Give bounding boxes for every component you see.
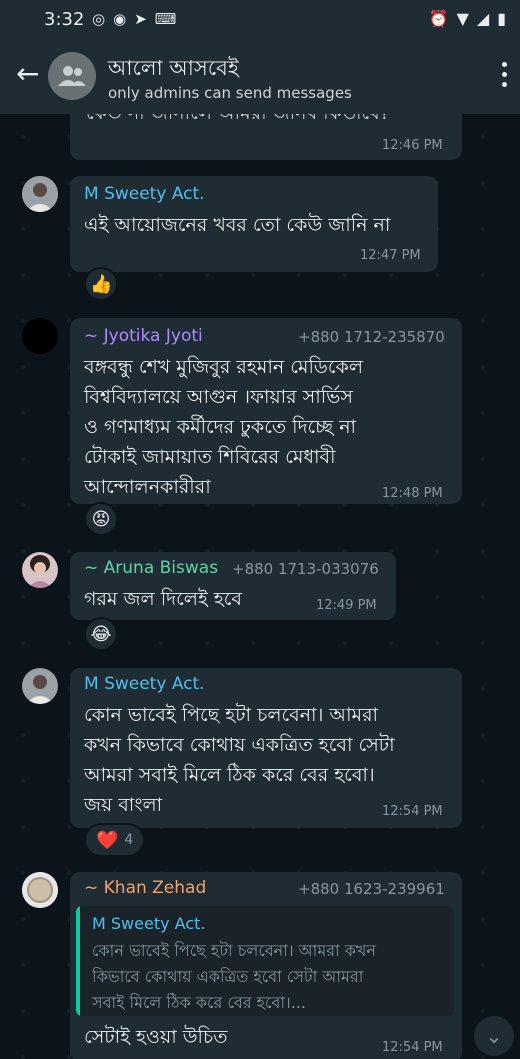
avatar[interactable] — [22, 176, 58, 212]
avatar[interactable] — [22, 668, 58, 704]
signal-icon: ◢ — [476, 9, 490, 28]
message-time: 12:48 PM — [382, 486, 443, 501]
reaction-badge[interactable]: 😡 — [84, 502, 118, 536]
red-heart-icon: ❤️ — [96, 829, 119, 851]
message-line: ও গণমাধ্যম কর্মীদের ঢুকতে দিচ্ছে না — [84, 416, 357, 438]
sender-name[interactable]: ~ Jyotika Jyoti — [84, 326, 203, 346]
message-bubble[interactable]: ~ Aruna Biswas +880 1713-033076 গরম জল দ… — [70, 552, 396, 620]
reaction-badge[interactable]: 👍 — [84, 267, 119, 301]
alarm-icon: ⏰ — [428, 9, 449, 28]
battery-icon: ▮ — [497, 9, 506, 28]
chat-area[interactable]: কেউ না জানালে আমরা জানব কিভাবে? 12:46 PM… — [0, 114, 520, 1059]
avatar[interactable] — [22, 872, 58, 908]
message-bubble[interactable]: ~ Khan Zehad +880 1623-239961 M Sweety A… — [70, 872, 462, 1059]
message-line: আন্দোলনকারীরা — [84, 476, 211, 498]
status-time: 3:32 — [44, 9, 85, 30]
whatsapp-icon: ◎ — [92, 10, 106, 28]
double-chevron-down-icon: ⌄ — [485, 1024, 503, 1048]
message-time: 12:46 PM — [382, 138, 443, 153]
message-line: কখন কিভাবে কোথায় একত্রিত হবো সেটা — [84, 734, 395, 756]
scroll-down-button[interactable]: ⌄ — [474, 1016, 514, 1056]
person-icon — [22, 668, 58, 704]
quoted-line: কোন ভাবেই পিছে হটা চলবেনা। আমরা কখন — [92, 941, 376, 960]
sender-phone: +880 1623-239961 — [298, 880, 445, 898]
thumbs-up-icon: 👍 — [90, 273, 113, 295]
group-icon — [58, 66, 86, 86]
sender-name[interactable]: M Sweety Act. — [84, 674, 205, 694]
back-arrow-icon[interactable]: ← — [16, 60, 39, 88]
message-text: সেটাই হওয়া উচিত — [84, 1026, 228, 1048]
message-time: 12:49 PM — [316, 598, 377, 613]
person-icon — [22, 176, 58, 212]
more-options-icon[interactable] — [502, 62, 508, 92]
status-bar: 3:32 ◎ ◉ ➤ ⌨ ⏰ ▼ ◢ ▮ — [0, 0, 520, 40]
chat-header: ← আলো আসবেই only admins can send message… — [0, 40, 520, 114]
sender-name[interactable]: ~ Khan Zehad — [84, 878, 206, 898]
keyboard-icon: ⌨ — [154, 10, 177, 28]
reaction-count: 4 — [124, 832, 134, 848]
message-bubble[interactable]: কেউ না জানালে আমরা জানব কিভাবে? 12:46 PM — [70, 114, 462, 160]
message-line: কোন ভাবেই পিছে হটা চলবেনা। আমরা — [84, 704, 379, 726]
message-time: 12:47 PM — [360, 248, 421, 263]
quoted-sender: M Sweety Act. — [92, 914, 206, 933]
reaction-badge[interactable]: 😂 — [84, 617, 118, 651]
avatar[interactable] — [22, 318, 58, 354]
quoted-line: কিভাবে কোথায় একত্রিত হবো সেটা আমরা — [92, 967, 364, 986]
wifi-icon: ▼ — [456, 9, 469, 28]
message-time: 12:54 PM — [382, 1040, 443, 1055]
message-line: বঙ্গবন্ধু শেখ মুজিবুর রহমান মেডিকেল — [84, 356, 363, 378]
message-line: বিশ্ববিদ্যালয়ে আগুন ।ফায়ার সার্ভিস — [84, 386, 353, 408]
person-icon — [22, 552, 58, 588]
laughing-face-icon: 😂 — [90, 623, 112, 645]
group-avatar[interactable] — [48, 52, 96, 100]
message-bubble[interactable]: ~ Jyotika Jyoti +880 1712-235870 বঙ্গবন্… — [70, 318, 462, 504]
reaction-badge[interactable]: ❤️ 4 — [84, 823, 146, 857]
telegram-icon: ➤ — [134, 10, 147, 28]
message-line: টোকাই জামায়াত শিবিরের মেধাবী — [84, 446, 336, 468]
quoted-message[interactable]: M Sweety Act. কোন ভাবেই পিছে হটা চলবেনা।… — [76, 906, 454, 1016]
message-bubble[interactable]: M Sweety Act. এই আয়োজনের খবর তো কেউ জান… — [70, 176, 438, 272]
quote-accent-bar — [76, 906, 80, 1016]
sender-name[interactable]: ~ Aruna Biswas — [84, 558, 218, 578]
chat-title[interactable]: আলো আসবেই — [108, 52, 239, 87]
sender-phone: +880 1713-033076 — [232, 560, 379, 578]
message-text: কেউ না জানালে আমরা জানব কিভাবে? — [86, 114, 390, 128]
message-time: 12:54 PM — [382, 804, 443, 819]
angry-face-icon: 😡 — [91, 508, 111, 530]
chat-subtitle: only admins can send messages — [108, 84, 352, 102]
avatar[interactable] — [22, 552, 58, 588]
message-text: এই আয়োজনের খবর তো কেউ জানি না — [84, 214, 391, 236]
message-text: গরম জল দিলেই হবে — [84, 588, 243, 610]
quoted-line: সবাই মিলে ঠিক করে বের হবো।... — [92, 993, 306, 1012]
sender-name[interactable]: M Sweety Act. — [84, 184, 205, 204]
message-bubble[interactable]: M Sweety Act. কোন ভাবেই পিছে হটা চলবেনা।… — [70, 668, 462, 828]
message-line: আমরা সবাই মিলে ঠিক করে বের হবো। — [84, 764, 375, 786]
person-icon — [22, 872, 58, 908]
messenger-icon: ◉ — [113, 10, 127, 28]
sender-phone: +880 1712-235870 — [298, 328, 445, 346]
message-line: জয় বাংলা — [84, 794, 163, 816]
